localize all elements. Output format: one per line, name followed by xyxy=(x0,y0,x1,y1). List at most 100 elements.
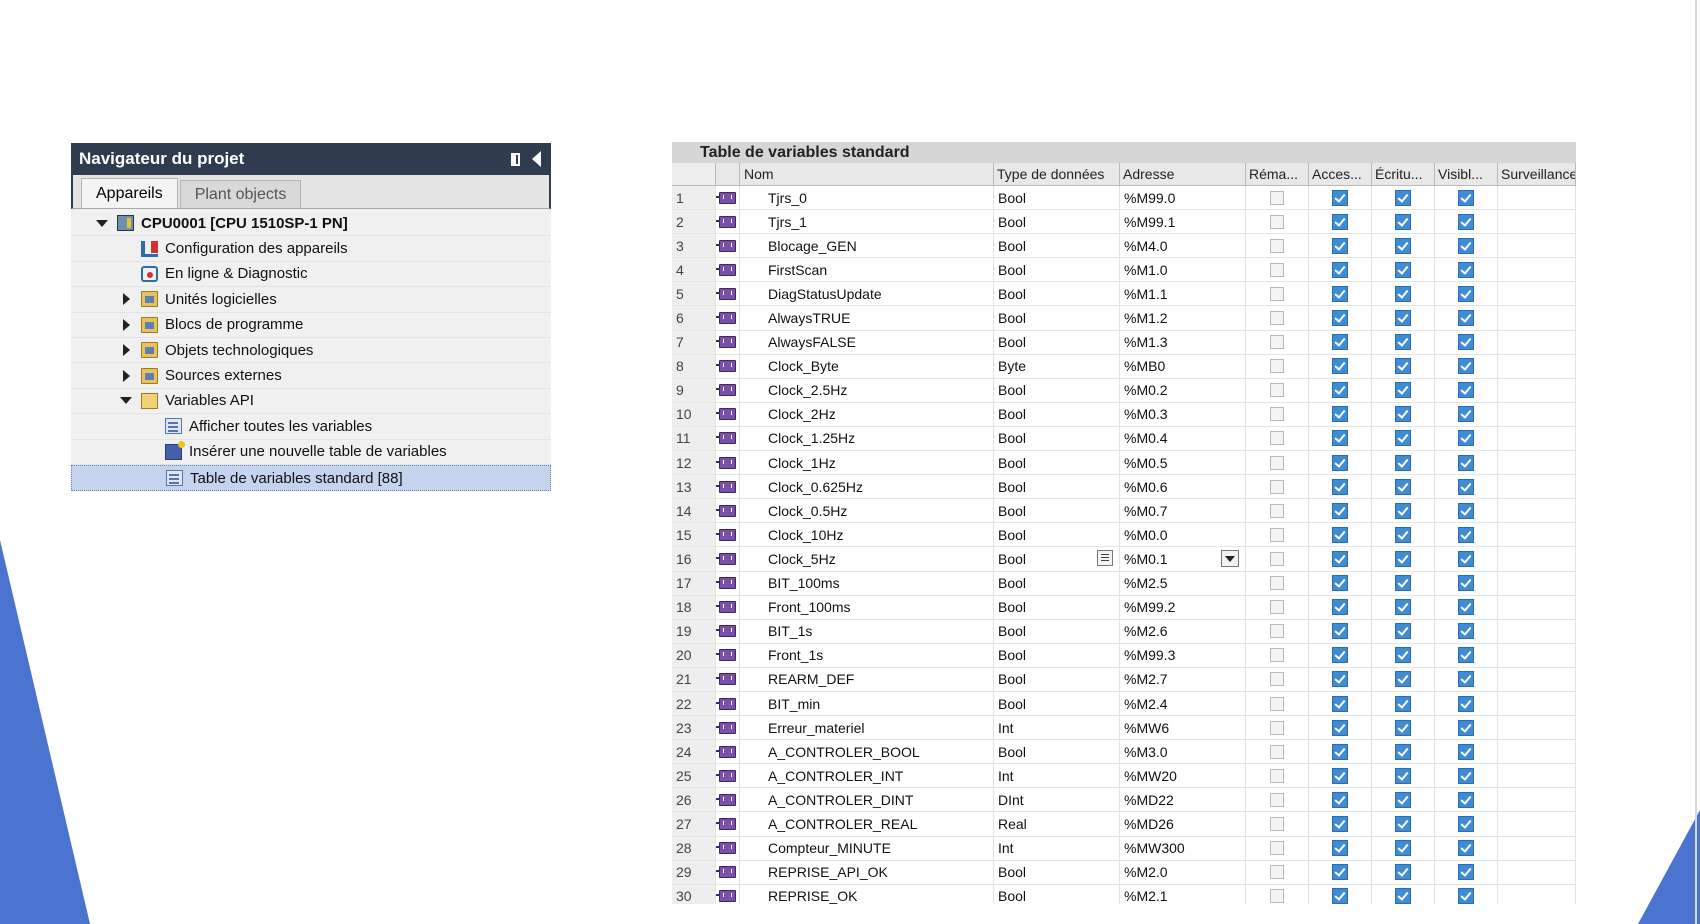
row-index[interactable]: 1 xyxy=(672,186,716,210)
row-index[interactable]: 8 xyxy=(672,354,716,378)
table-row[interactable]: 30 REPRISE_OK Bool %M2.1 xyxy=(672,884,1576,904)
surveillance-cell[interactable] xyxy=(1498,595,1576,619)
writable-checkbox[interactable] xyxy=(1395,719,1411,736)
visible-checkbox[interactable] xyxy=(1458,526,1474,543)
tag-type-cell[interactable]: Bool xyxy=(994,860,1120,884)
retain-checkbox[interactable] xyxy=(1270,551,1284,566)
table-row[interactable]: 17 BIT_100ms Bool %M2.5 xyxy=(672,571,1576,596)
writable-checkbox[interactable] xyxy=(1395,310,1411,327)
tag-type-cell[interactable]: Int xyxy=(994,764,1120,788)
tag-name-cell[interactable]: A_CONTROLER_INT xyxy=(740,764,994,788)
writable-checkbox[interactable] xyxy=(1395,815,1411,832)
tag-address-cell[interactable]: %M99.3 xyxy=(1120,643,1246,667)
surveillance-cell[interactable] xyxy=(1498,764,1576,788)
visible-checkbox[interactable] xyxy=(1458,334,1474,351)
accessible-checkbox[interactable] xyxy=(1332,334,1348,351)
surveillance-cell[interactable] xyxy=(1498,354,1576,378)
tree-item[interactable]: Sources externes xyxy=(71,363,551,389)
tag-name-cell[interactable]: Clock_5Hz xyxy=(740,547,994,571)
tag-name-cell[interactable]: Tjrs_1 xyxy=(740,210,994,234)
table-row[interactable]: 5 DiagStatusUpdate Bool %M1.1 xyxy=(672,282,1576,307)
row-index[interactable]: 5 xyxy=(672,282,716,306)
tag-name-cell[interactable]: AlwaysFALSE xyxy=(740,330,994,354)
tag-type-cell[interactable]: Bool xyxy=(994,499,1120,523)
expand-down-icon[interactable] xyxy=(119,397,133,405)
tag-type-cell[interactable]: Int xyxy=(994,836,1120,860)
writable-checkbox[interactable] xyxy=(1395,382,1411,399)
tab-plant-objects[interactable]: Plant objects xyxy=(179,180,302,208)
retain-checkbox[interactable] xyxy=(1270,624,1284,639)
accessible-checkbox[interactable] xyxy=(1332,454,1348,471)
row-index[interactable]: 30 xyxy=(672,884,716,904)
table-row[interactable]: 10 Clock_2Hz Bool %M0.3 xyxy=(672,402,1576,427)
table-row[interactable]: 15 Clock_10Hz Bool %M0.0 xyxy=(672,523,1576,548)
retain-checkbox[interactable] xyxy=(1270,865,1284,880)
writable-checkbox[interactable] xyxy=(1395,237,1411,254)
writable-checkbox[interactable] xyxy=(1395,623,1411,640)
row-index[interactable]: 20 xyxy=(672,643,716,667)
tag-address-cell[interactable]: %MW20 xyxy=(1120,764,1246,788)
visible-checkbox[interactable] xyxy=(1458,647,1474,664)
column-header-adresse[interactable]: Adresse xyxy=(1120,163,1246,185)
accessible-checkbox[interactable] xyxy=(1332,285,1348,302)
retain-checkbox[interactable] xyxy=(1270,238,1284,253)
visible-checkbox[interactable] xyxy=(1458,791,1474,808)
row-index[interactable]: 15 xyxy=(672,523,716,547)
tag-type-cell[interactable]: Bool xyxy=(994,258,1120,282)
accessible-checkbox[interactable] xyxy=(1332,671,1348,688)
tree-item[interactable]: Insérer une nouvelle table de variables xyxy=(71,440,551,465)
row-index[interactable]: 24 xyxy=(672,740,716,764)
retain-checkbox[interactable] xyxy=(1270,479,1284,494)
tag-type-cell[interactable]: Bool xyxy=(994,691,1120,716)
surveillance-cell[interactable] xyxy=(1498,330,1576,354)
column-header-surveillance[interactable]: Surveillance xyxy=(1498,163,1576,185)
tree-item[interactable]: Unités logicielles xyxy=(71,287,551,313)
visible-checkbox[interactable] xyxy=(1458,864,1474,881)
tag-address-cell[interactable]: %MD22 xyxy=(1120,788,1246,812)
visible-checkbox[interactable] xyxy=(1458,695,1474,712)
tag-type-cell[interactable]: Bool xyxy=(994,282,1120,306)
tag-address-cell[interactable]: %M0.3 xyxy=(1120,402,1246,426)
tag-name-cell[interactable]: Front_1s xyxy=(740,643,994,667)
table-row[interactable]: 19 BIT_1s Bool %M2.6 xyxy=(672,619,1576,644)
row-index[interactable]: 11 xyxy=(672,426,716,451)
tab-appareils[interactable]: Appareils xyxy=(81,178,178,208)
tag-name-cell[interactable]: Clock_0.5Hz xyxy=(740,499,994,523)
retain-checkbox[interactable] xyxy=(1270,696,1284,711)
visible-checkbox[interactable] xyxy=(1458,767,1474,784)
tag-address-cell[interactable]: %M2.1 xyxy=(1120,884,1246,904)
writable-checkbox[interactable] xyxy=(1395,599,1411,616)
row-index[interactable]: 17 xyxy=(672,571,716,595)
tag-address-cell[interactable]: %M0.7 xyxy=(1120,499,1246,523)
accessible-checkbox[interactable] xyxy=(1332,358,1348,375)
retain-checkbox[interactable] xyxy=(1270,527,1284,542)
retain-checkbox[interactable] xyxy=(1270,600,1284,615)
tag-type-cell[interactable]: Int xyxy=(994,716,1120,740)
surveillance-cell[interactable] xyxy=(1498,210,1576,234)
writable-checkbox[interactable] xyxy=(1395,502,1411,519)
tag-type-cell[interactable]: Bool xyxy=(994,426,1120,451)
writable-checkbox[interactable] xyxy=(1395,334,1411,351)
table-row[interactable]: 6 AlwaysTRUE Bool %M1.2 xyxy=(672,306,1576,331)
expand-right-icon[interactable] xyxy=(119,293,133,306)
tag-type-cell[interactable]: Bool xyxy=(994,595,1120,619)
surveillance-cell[interactable] xyxy=(1498,812,1576,836)
expand-right-icon[interactable] xyxy=(119,369,133,382)
tag-name-cell[interactable]: AlwaysTRUE xyxy=(740,306,994,330)
visible-checkbox[interactable] xyxy=(1458,743,1474,760)
tree-item[interactable]: Table de variables standard [88] xyxy=(71,464,551,492)
retain-checkbox[interactable] xyxy=(1270,816,1284,831)
row-index[interactable]: 26 xyxy=(672,788,716,812)
data-type-list-icon[interactable] xyxy=(1097,550,1113,567)
accessible-checkbox[interactable] xyxy=(1332,430,1348,447)
writable-checkbox[interactable] xyxy=(1395,575,1411,592)
table-row[interactable]: 29 REPRISE_API_OK Bool %M2.0 xyxy=(672,860,1576,885)
retain-checkbox[interactable] xyxy=(1270,841,1284,856)
retain-checkbox[interactable] xyxy=(1270,720,1284,735)
tree-item[interactable]: CPU0001 [CPU 1510SP-1 PN] xyxy=(71,211,551,237)
surveillance-cell[interactable] xyxy=(1498,523,1576,547)
writable-checkbox[interactable] xyxy=(1395,454,1411,471)
tag-type-cell[interactable]: Bool xyxy=(994,306,1120,330)
accessible-checkbox[interactable] xyxy=(1332,719,1348,736)
tag-type-cell[interactable]: Bool xyxy=(994,740,1120,764)
